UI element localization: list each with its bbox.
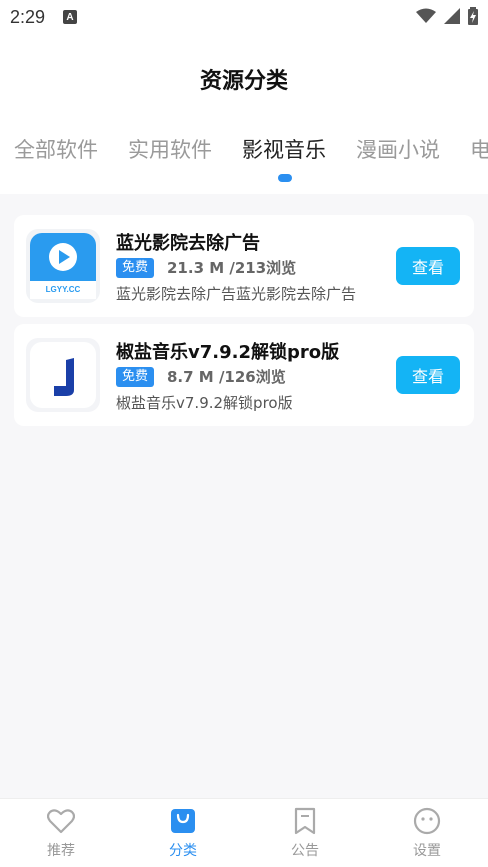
list-item[interactable]: 椒盐音乐v7.9.2解锁pro版 免费 8.7 M /126浏览 椒盐音乐v7.… bbox=[14, 324, 474, 426]
header: 资源分类 bbox=[0, 34, 488, 124]
play-app-icon: LGYY.CC bbox=[26, 229, 100, 303]
nav-label: 分类 bbox=[169, 843, 197, 859]
wifi-icon bbox=[416, 8, 436, 23]
nav-label: 设置 bbox=[413, 843, 441, 859]
view-button[interactable]: 查看 bbox=[396, 356, 460, 394]
smiley-icon bbox=[412, 806, 442, 836]
status-time: 2:29 bbox=[10, 6, 46, 27]
item-meta: 8.7 M /126浏览 bbox=[167, 368, 286, 386]
bag-icon bbox=[168, 806, 198, 836]
app-icon-caption: LGYY.CC bbox=[45, 285, 81, 294]
signal-icon bbox=[444, 8, 460, 24]
category-tabs: 全部软件 实用软件 影视音乐 漫画小说 电 bbox=[0, 124, 488, 192]
tab-all-software[interactable]: 全部软件 bbox=[14, 134, 98, 164]
tab-video-music[interactable]: 影视音乐 bbox=[242, 134, 326, 164]
free-badge: 免费 bbox=[116, 367, 155, 387]
heart-icon bbox=[46, 806, 76, 836]
nav-label: 公告 bbox=[291, 843, 319, 859]
resource-list: LGYY.CC 蓝光影院去除广告 免费 21.3 M /213浏览 蓝光影院去除… bbox=[0, 194, 488, 798]
notification-a-icon: A bbox=[63, 10, 78, 24]
bottom-nav: 推荐 分类 公告 设置 bbox=[0, 798, 488, 867]
item-meta: 21.3 M /213浏览 bbox=[167, 259, 297, 277]
j-letter-app-icon bbox=[26, 338, 100, 412]
tab-utility-software[interactable]: 实用软件 bbox=[128, 134, 212, 164]
battery-charging-icon bbox=[468, 7, 478, 25]
item-title: 蓝光影院去除广告 bbox=[116, 233, 260, 254]
item-description: 蓝光影院去除广告蓝光影院去除广告 bbox=[116, 285, 357, 303]
tab-comics-novels[interactable]: 漫画小说 bbox=[356, 134, 440, 164]
nav-label: 推荐 bbox=[47, 843, 75, 859]
nav-category[interactable]: 分类 bbox=[122, 799, 244, 867]
item-title: 椒盐音乐v7.9.2解锁pro版 bbox=[116, 342, 340, 363]
status-bar: 2:29 A bbox=[0, 0, 488, 34]
nav-announcement[interactable]: 公告 bbox=[244, 799, 366, 867]
list-item[interactable]: LGYY.CC 蓝光影院去除广告 免费 21.3 M /213浏览 蓝光影院去除… bbox=[14, 215, 474, 317]
item-description: 椒盐音乐v7.9.2解锁pro版 bbox=[116, 394, 293, 412]
active-tab-indicator bbox=[278, 174, 292, 182]
view-button[interactable]: 查看 bbox=[396, 247, 460, 285]
nav-recommend[interactable]: 推荐 bbox=[0, 799, 122, 867]
free-badge: 免费 bbox=[116, 258, 155, 278]
nav-settings[interactable]: 设置 bbox=[366, 799, 488, 867]
status-right-icons bbox=[416, 7, 478, 25]
tab-partial[interactable]: 电 bbox=[470, 134, 488, 164]
page-title: 资源分类 bbox=[199, 69, 288, 94]
bookmark-icon bbox=[290, 806, 320, 836]
